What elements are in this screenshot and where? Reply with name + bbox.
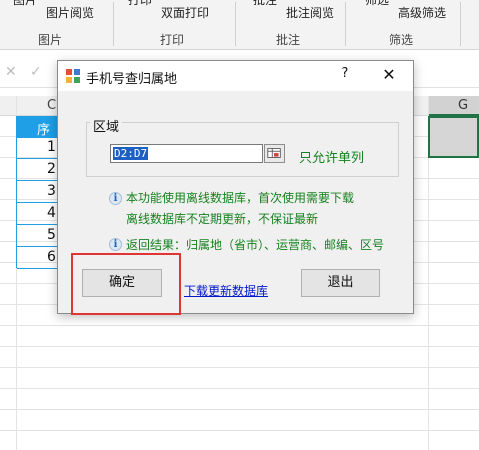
table-row[interactable]: 6 bbox=[17, 248, 57, 269]
only-single-column-note: 只允许单列 bbox=[299, 151, 365, 166]
group-label-print: 打印 bbox=[160, 33, 185, 47]
app-icon bbox=[66, 69, 80, 83]
check-icon[interactable]: ✓ bbox=[30, 64, 42, 80]
info-icon: i bbox=[109, 238, 122, 251]
header-cell-seq[interactable]: 序 bbox=[17, 116, 57, 138]
result-info-text: 返回结果：归属地（省市）、运营商、邮编、区号 bbox=[126, 238, 385, 252]
range-picker-button[interactable] bbox=[264, 144, 285, 163]
ribbon-item-picture[interactable]: 图片 bbox=[13, 0, 37, 8]
ribbon: 图片 图片阅览 打印 双面打印 批注 批注阅览 筛选 高级筛选 图片 打印 批注… bbox=[0, 0, 479, 50]
annotate-browse-button[interactable]: 批注阅览 bbox=[286, 4, 334, 21]
download-database-link[interactable]: 下载更新数据库 bbox=[184, 282, 268, 299]
ribbon-divider bbox=[235, 2, 236, 46]
selected-range-g[interactable] bbox=[428, 116, 479, 158]
ribbon-divider bbox=[345, 2, 346, 46]
column-header-g[interactable]: G bbox=[428, 96, 479, 116]
table-row[interactable]: 3 bbox=[17, 182, 57, 203]
group-label-picture: 图片 bbox=[38, 33, 63, 47]
dialog-title: 手机号查归属地 bbox=[86, 72, 178, 87]
cancel-icon[interactable]: ✕ bbox=[5, 64, 17, 80]
table-row[interactable]: 2 bbox=[17, 160, 57, 181]
filter-button[interactable]: 筛选 bbox=[365, 0, 389, 8]
help-button[interactable]: ? bbox=[334, 66, 356, 86]
info-text-line-2: 离线数据库不定期更新，不保证最新 bbox=[126, 212, 319, 226]
dialog-titlebar[interactable]: 手机号查归属地 ? ✕ bbox=[58, 61, 413, 91]
range-input-value: D2:D7 bbox=[113, 147, 149, 160]
info-icon: i bbox=[109, 192, 122, 205]
range-input[interactable]: D2:D7 bbox=[110, 144, 263, 163]
column-header-c[interactable]: C bbox=[47, 98, 56, 113]
close-button[interactable]: ✕ bbox=[376, 65, 402, 87]
range-select-icon bbox=[267, 148, 281, 158]
table-row[interactable]: 1 bbox=[17, 138, 57, 159]
group-label-filter: 筛选 bbox=[389, 33, 414, 47]
ribbon-item-print[interactable]: 打印 bbox=[128, 0, 152, 8]
column-header-g-label: G bbox=[458, 98, 469, 113]
group-label-annotation: 批注 bbox=[276, 33, 301, 47]
exit-button[interactable]: 退出 bbox=[301, 269, 380, 297]
ribbon-divider bbox=[460, 2, 461, 46]
highlight-box bbox=[71, 253, 181, 315]
group-label-range: 区域 bbox=[90, 116, 123, 135]
annotate-button[interactable]: 批注 bbox=[253, 0, 277, 8]
table-row[interactable]: 4 bbox=[17, 204, 57, 225]
advanced-filter-button[interactable]: 高级筛选 bbox=[398, 4, 446, 21]
info-text-line-1: 本功能使用离线数据库，首次使用需要下载 bbox=[126, 191, 355, 205]
ribbon-divider bbox=[113, 2, 114, 46]
picture-browse-button[interactable]: 图片阅览 bbox=[46, 4, 94, 21]
duplex-print-button[interactable]: 双面打印 bbox=[161, 4, 209, 21]
table-row[interactable]: 5 bbox=[17, 226, 57, 247]
